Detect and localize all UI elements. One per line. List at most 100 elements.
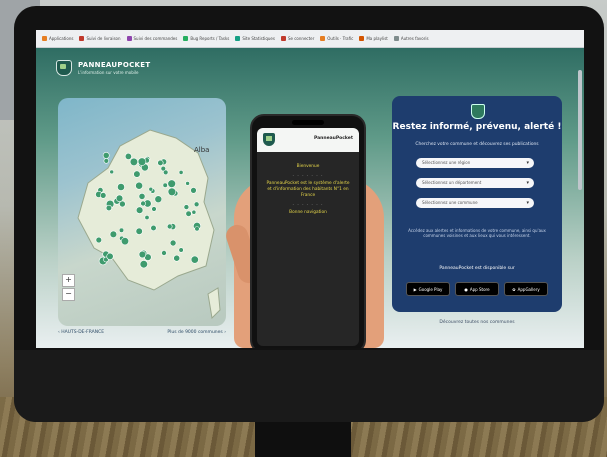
- commune-marker[interactable]: [129, 157, 138, 167]
- commune-marker[interactable]: [135, 206, 144, 214]
- brand-name: PANNEAUPOCKET: [78, 61, 151, 69]
- commune-marker[interactable]: [135, 227, 143, 235]
- commune-marker[interactable]: [190, 187, 197, 194]
- phone-app-title: PanneauPocket: [313, 136, 353, 141]
- huawei-icon: ✿: [512, 286, 516, 292]
- region-select[interactable]: Sélectionnez une région ▾: [416, 158, 534, 168]
- commune-marker[interactable]: [117, 183, 125, 191]
- commune-marker[interactable]: [194, 226, 200, 232]
- commune-select[interactable]: Sélectionnez une commune ▾: [416, 198, 534, 208]
- phone-header: PanneauPocket: [257, 128, 359, 152]
- phone-mockup: PanneauPocket Bienvenue - - - - - - - Pa…: [250, 114, 366, 348]
- commune-marker[interactable]: [167, 179, 176, 188]
- commune-marker[interactable]: [162, 169, 169, 176]
- monitor-screen: Applications Suivi de livraison Suivi des …: [36, 30, 584, 348]
- app-gallery-badge[interactable]: ✿ AppGallery: [504, 282, 548, 296]
- commune-marker[interactable]: [135, 181, 143, 190]
- commune-marker[interactable]: [148, 186, 154, 192]
- chevron-down-icon: ▾: [526, 180, 529, 186]
- bookmark-item[interactable]: Suivi de livraison: [79, 36, 121, 41]
- phone-menu-item[interactable]: PanneauPocket est le système d'alerte et…: [257, 181, 359, 199]
- bookmark-item[interactable]: Autres favoris: [393, 36, 429, 41]
- department-select-value: Sélectionnez un département: [422, 180, 482, 185]
- phone-notch: [292, 120, 324, 125]
- commune-marker[interactable]: [106, 252, 114, 260]
- communes-map[interactable]: Alba + −: [58, 98, 226, 326]
- zoom-out-button[interactable]: −: [62, 288, 75, 301]
- app-logo-icon: [263, 133, 275, 146]
- apple-icon: ●: [464, 286, 468, 292]
- panel-intro: Cherchez votre commune et découvrez ses …: [415, 142, 539, 147]
- phone-separator: - - - - - - -: [292, 202, 324, 207]
- bookmark-item[interactable]: Ma playlist: [359, 36, 388, 41]
- commune-marker[interactable]: [137, 157, 147, 166]
- commune-marker[interactable]: [120, 237, 129, 246]
- commune-marker[interactable]: [173, 254, 181, 262]
- bookmark-label: Suivi de livraison: [86, 36, 121, 41]
- page-scrollbar[interactable]: [578, 70, 582, 190]
- commune-marker[interactable]: [118, 227, 125, 233]
- commune-marker[interactable]: [167, 187, 177, 197]
- commune-marker[interactable]: [157, 159, 164, 167]
- monitor-stand: [255, 418, 351, 457]
- brand-tagline: L'information sur votre mobile: [78, 70, 139, 75]
- commune-marker[interactable]: [124, 152, 132, 160]
- chevron-down-icon: ▾: [526, 160, 529, 166]
- commune-marker[interactable]: [144, 215, 150, 221]
- commune-marker[interactable]: [185, 181, 190, 186]
- commune-marker[interactable]: [169, 239, 177, 247]
- bookmark-item[interactable]: Suivi des commandes: [126, 36, 177, 41]
- commune-marker[interactable]: [105, 204, 113, 212]
- commune-marker[interactable]: [150, 224, 157, 232]
- commune-marker[interactable]: [102, 152, 110, 159]
- commune-marker[interactable]: [95, 236, 102, 244]
- bookmark-item[interactable]: Site Statistiques: [235, 36, 275, 41]
- bookmark-favicon-icon: [79, 36, 85, 41]
- app-store-badge[interactable]: ● App Store: [455, 282, 499, 296]
- map-region-link[interactable]: ‹ HAUTS-DE-FRANCE: [58, 330, 104, 335]
- commune-marker[interactable]: [138, 193, 146, 200]
- google-play-badge[interactable]: ▶ Google Play: [406, 282, 450, 296]
- commune-marker[interactable]: [193, 201, 200, 208]
- bookmarks-bar: Applications Suivi de livraison Suivi des …: [36, 30, 584, 48]
- commune-marker[interactable]: [154, 195, 163, 203]
- bookmark-label: Se connecter: [287, 36, 315, 41]
- communes-link[interactable]: Découvrez toutes nos communes: [392, 320, 562, 325]
- commune-marker[interactable]: [138, 250, 147, 259]
- commune-marker[interactable]: [139, 260, 148, 269]
- phone-menu-item[interactable]: Bonne navigation: [257, 210, 359, 216]
- commune-marker[interactable]: [185, 210, 192, 217]
- commune-marker[interactable]: [109, 230, 118, 239]
- department-select[interactable]: Sélectionnez un département ▾: [416, 178, 534, 188]
- zoom-in-button[interactable]: +: [62, 274, 75, 287]
- bookmark-item[interactable]: Applications: [42, 36, 73, 41]
- commune-marker[interactable]: [183, 204, 190, 210]
- bookmark-item[interactable]: Outils · Trafic: [320, 36, 353, 41]
- commune-marker[interactable]: [115, 194, 124, 203]
- monitor-chin: [14, 350, 604, 422]
- commune-marker[interactable]: [178, 170, 184, 175]
- commune-marker[interactable]: [109, 169, 115, 175]
- bookmark-item[interactable]: Bug Reports / Tasks: [183, 36, 229, 41]
- bookmark-label: Bug Reports / Tasks: [190, 36, 230, 41]
- commune-marker[interactable]: [162, 182, 168, 188]
- commune-marker[interactable]: [151, 206, 157, 212]
- panel-shield-icon: [471, 104, 485, 119]
- bookmark-label: Outils · Trafic: [327, 36, 354, 41]
- commune-marker[interactable]: [190, 255, 199, 264]
- map-communes-link[interactable]: Plus de 9000 communes ›: [167, 330, 226, 335]
- commune-marker[interactable]: [161, 250, 167, 256]
- bookmark-favicon-icon: [280, 36, 286, 41]
- commune-marker[interactable]: [103, 158, 109, 164]
- site-logo[interactable]: PANNEAUPOCKET L'information sur votre mo…: [56, 60, 150, 76]
- commune-marker[interactable]: [166, 223, 173, 230]
- commune-marker[interactable]: [140, 200, 146, 207]
- commune-marker[interactable]: [133, 170, 141, 178]
- commune-marker[interactable]: [178, 247, 184, 253]
- commune-marker[interactable]: [99, 192, 107, 199]
- phone-menu-item[interactable]: Bienvenue: [257, 164, 359, 170]
- panel-note: Accédez aux alertes et informations de v…: [408, 228, 546, 239]
- bookmark-favicon-icon: [320, 36, 326, 41]
- bookmark-item[interactable]: Se connecter: [280, 36, 315, 41]
- commune-marker[interactable]: [191, 209, 197, 215]
